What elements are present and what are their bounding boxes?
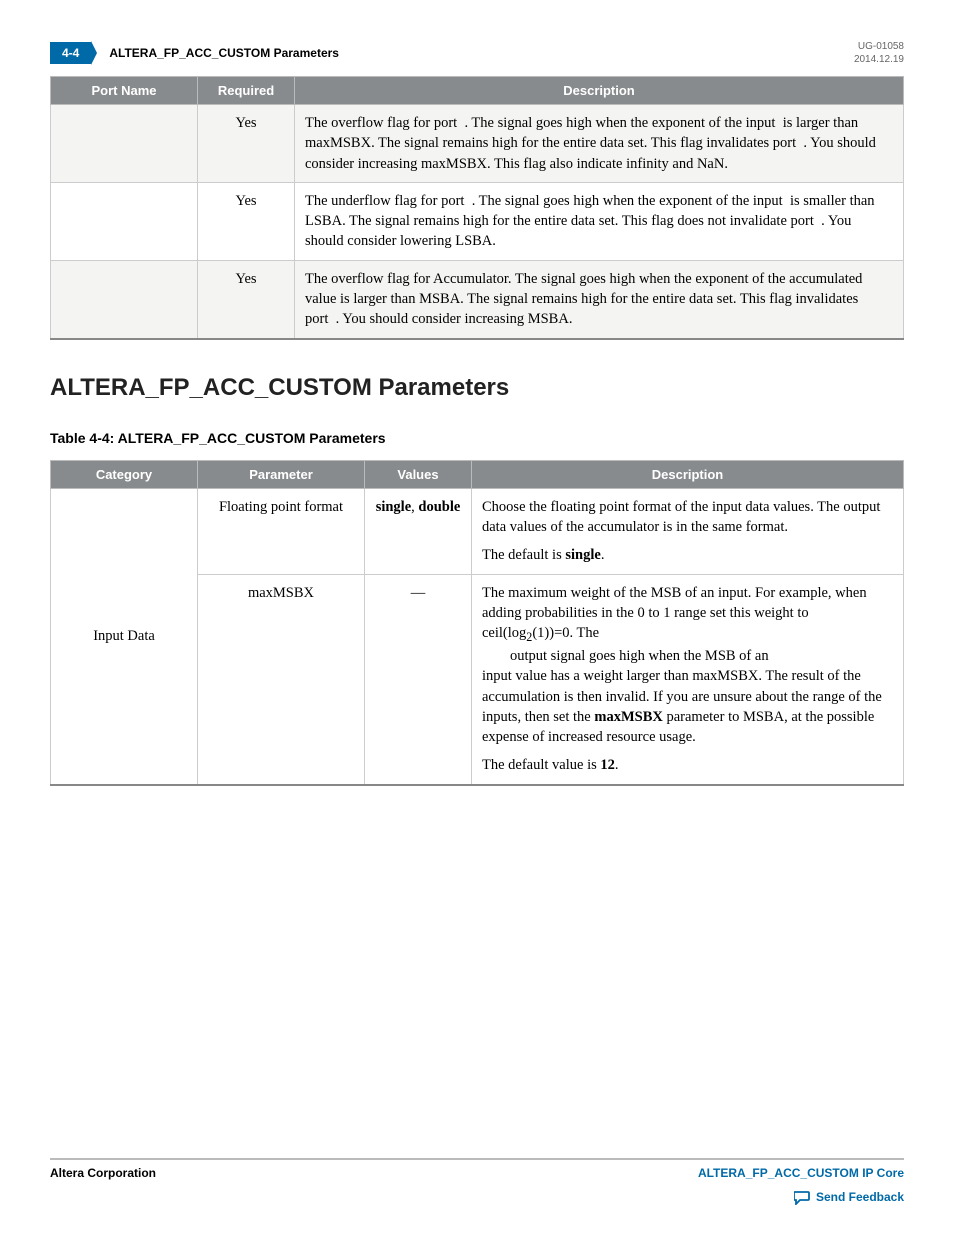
desc-default-bold: single [565,547,600,563]
col-port-name: Port Name [51,77,198,105]
cell-parameter: maxMSBX [198,574,365,785]
parameters-table: Category Parameter Values Description In… [50,460,904,786]
desc-default-pre: The default is [482,547,565,563]
doc-meta: UG-01058 2014.12.19 [854,40,904,66]
cell-category: Input Data [51,488,198,785]
col-description: Description [295,77,904,105]
cell-port [51,182,198,260]
desc-default-bold: 12 [600,757,615,773]
desc-default-post: . [601,547,605,563]
page-number-decor [91,41,97,65]
cell-required: Yes [198,260,295,338]
cell-port [51,260,198,338]
footer-left: Altera Corporation [50,1166,156,1180]
cell-parameter: Floating point format [198,488,365,574]
desc-default-post: . [615,757,619,773]
table-header-row: Category Parameter Values Description [51,460,904,488]
desc-bold-param: maxMSBX [594,709,662,725]
footer-right-link[interactable]: ALTERA_FP_ACC_CUSTOM IP Core [698,1166,904,1180]
col-required: Required [198,77,295,105]
cell-desc: The underflow flag for port . The signal… [295,182,904,260]
col-parameter: Parameter [198,460,365,488]
section-heading: ALTERA_FP_ACC_CUSTOM Parameters [50,374,904,402]
page-header: 4-4 ALTERA_FP_ACC_CUSTOM Parameters UG-0… [50,40,904,66]
table-row: Yes The overflow flag for Accumulator. T… [51,260,904,338]
cell-required: Yes [198,105,295,183]
table-caption: Table 4-4: ALTERA_FP_ACC_CUSTOM Paramete… [50,430,904,446]
doc-id: UG-01058 [854,40,904,53]
cell-required: Yes [198,182,295,260]
value-double: double [418,499,460,515]
cell-desc: The maximum weight of the MSB of an inpu… [472,574,904,785]
table-header-row: Port Name Required Description [51,77,904,105]
desc-indent: output signal goes high when the MSB of … [510,646,893,666]
desc-main: Choose the floating point format of the … [482,499,880,535]
doc-date: 2014.12.19 [854,53,904,66]
col-values: Values [365,460,472,488]
send-feedback-link[interactable]: Send Feedback [50,1190,904,1205]
col-description: Description [472,460,904,488]
desc-default-pre: The default value is [482,757,600,773]
cell-desc: Choose the floating point format of the … [472,488,904,574]
cell-values: — [365,574,472,785]
feedback-label: Send Feedback [816,1190,904,1204]
table-row: Yes The overflow flag for port . The sig… [51,105,904,183]
cell-desc: The overflow flag for port . The signal … [295,105,904,183]
cell-values: single, double [365,488,472,574]
col-category: Category [51,460,198,488]
feedback-icon [794,1191,812,1205]
table-row: Yes The underflow flag for port . The si… [51,182,904,260]
cell-desc: The overflow flag for Accumulator. The s… [295,260,904,338]
ports-table: Port Name Required Description Yes The o… [50,76,904,340]
table-row: Input Data Floating point format single,… [51,488,904,574]
page-number: 4-4 [50,42,91,64]
value-single: single [376,499,411,515]
cell-port [51,105,198,183]
page-footer: Altera Corporation ALTERA_FP_ACC_CUSTOM … [50,1158,904,1205]
running-header-title: ALTERA_FP_ACC_CUSTOM Parameters [109,46,854,60]
desc-p1b: (1))=0. The [532,625,599,641]
